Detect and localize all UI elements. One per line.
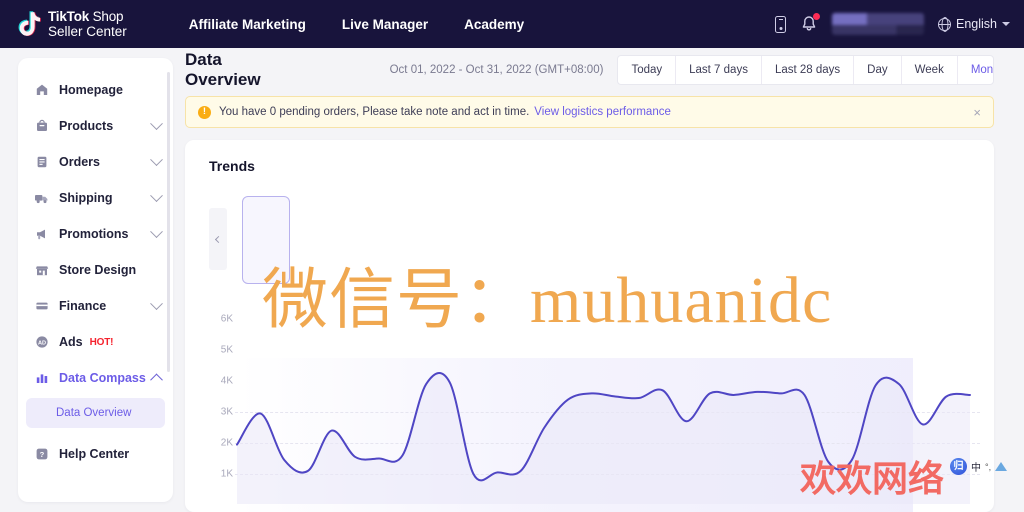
home-icon (34, 83, 49, 98)
top-navigation-bar: TikTok Shop Seller Center Affiliate Mark… (0, 0, 1024, 48)
user-account-area[interactable] (832, 13, 924, 35)
sidebar-label-products: Products (59, 119, 114, 133)
bag-icon (34, 119, 49, 134)
sidebar-label-store-design: Store Design (59, 263, 137, 277)
warning-icon (198, 105, 211, 119)
question-icon: ? (34, 447, 49, 462)
tab-day[interactable]: Day (854, 56, 902, 84)
ads-icon: AD (34, 335, 49, 350)
globe-icon (937, 17, 951, 31)
trends-chart: 6K 5K 4K 3K 2K 1K (185, 308, 994, 512)
main-content: Data Overview Oct 01, 2022 - Oct 31, 202… (185, 48, 1024, 512)
brand-logo[interactable]: TikTok Shop Seller Center (16, 8, 127, 40)
chevron-down-icon (150, 152, 163, 166)
tab-last-7-days[interactable]: Last 7 days (676, 56, 762, 84)
mobile-phone-icon[interactable] (775, 15, 786, 33)
metric-card-selected[interactable] (242, 196, 290, 284)
sidebar-item-orders[interactable]: Orders (18, 144, 173, 180)
card-icon (34, 299, 49, 314)
language-selector[interactable]: English (937, 17, 1010, 31)
trends-card-title: Trends (209, 158, 255, 174)
sidebar-subitem-data-overview[interactable]: Data Overview (26, 398, 165, 428)
tiktok-note-icon (16, 10, 42, 38)
status-badge: HOT! (89, 336, 114, 348)
sidebar-sublabel-data-overview: Data Overview (56, 407, 132, 419)
storefront-icon (34, 263, 49, 278)
megaphone-icon (34, 227, 49, 242)
chevron-down-icon (150, 296, 163, 310)
nav-link-academy[interactable]: Academy (464, 17, 524, 32)
chevron-down-icon (1002, 22, 1010, 26)
sidebar-item-store-design[interactable]: Store Design (18, 252, 173, 288)
trends-card: Trends 6K 5K 4K 3K 2K 1K (185, 140, 994, 512)
sidebar-item-promotions[interactable]: Promotions (18, 216, 173, 252)
sidebar-label-shipping: Shipping (59, 191, 113, 205)
tab-week[interactable]: Week (902, 56, 958, 84)
sidebar-item-data-compass[interactable]: Data Compass (18, 360, 173, 396)
tab-last-28-days[interactable]: Last 28 days (762, 56, 855, 84)
svg-text:AD: AD (37, 340, 45, 346)
chevron-down-icon (150, 116, 163, 130)
sidebar-label-data-compass: Data Compass (59, 371, 146, 385)
chevron-down-icon (150, 188, 163, 202)
sidebar-label-finance: Finance (59, 299, 107, 313)
sidebar-item-finance[interactable]: Finance (18, 288, 173, 324)
sidebar-item-homepage[interactable]: Homepage (18, 72, 173, 108)
chart-plot-area (236, 372, 971, 504)
bar-chart-icon (34, 371, 49, 386)
receipt-icon (34, 155, 49, 170)
tab-today[interactable]: Today (618, 56, 677, 84)
view-logistics-performance-link[interactable]: View logistics performance (534, 106, 671, 118)
sidebar-item-ads[interactable]: AD Ads HOT! (18, 324, 173, 360)
nav-right-cluster: English (775, 13, 1010, 35)
alert-text: You have 0 pending orders, Please take n… (219, 106, 530, 118)
pending-orders-alert: You have 0 pending orders, Please take n… (185, 96, 994, 128)
close-icon[interactable]: × (973, 106, 981, 119)
sidebar-item-shipping[interactable]: Shipping (18, 180, 173, 216)
language-label: English (956, 17, 997, 31)
page-header: Data Overview Oct 01, 2022 - Oct 31, 202… (185, 48, 1024, 92)
sidebar-item-help-center[interactable]: ? Help Center (18, 436, 173, 472)
sidebar-label-promotions: Promotions (59, 227, 129, 241)
primary-nav-links: Affiliate Marketing Live Manager Academy (189, 17, 524, 32)
metric-card-strip (209, 192, 974, 284)
brand-line1-bold: TikTok (48, 9, 90, 25)
chevron-up-icon (150, 373, 163, 386)
date-range-tabs: Today Last 7 days Last 28 days Day Week … (617, 55, 994, 85)
tab-month[interactable]: Month (958, 56, 993, 84)
bell-icon[interactable] (800, 13, 820, 33)
sidebar-label-orders: Orders (59, 155, 100, 169)
sidebar-label-ads: Ads (59, 335, 83, 349)
date-range-label: Oct 01, 2022 - Oct 31, 2022 (GMT+08:00) (389, 64, 604, 76)
page-title: Data Overview (185, 50, 261, 89)
brand-line1-rest: Shop (89, 9, 124, 25)
truck-icon (34, 191, 49, 206)
nav-link-affiliate-marketing[interactable]: Affiliate Marketing (189, 17, 306, 32)
brand-line2: Seller Center (48, 24, 127, 40)
chevron-left-icon[interactable] (209, 208, 227, 270)
svg-text:?: ? (39, 450, 44, 459)
sidebar-label-homepage: Homepage (59, 83, 123, 97)
brand-text: TikTok Shop Seller Center (48, 8, 127, 40)
sidebar-label-help-center: Help Center (59, 447, 130, 461)
sidebar: Homepage Products Orders Shipping Promot… (18, 58, 173, 502)
sidebar-item-products[interactable]: Products (18, 108, 173, 144)
chevron-down-icon (150, 224, 163, 238)
nav-link-live-manager[interactable]: Live Manager (342, 17, 428, 32)
notification-badge (813, 13, 820, 20)
